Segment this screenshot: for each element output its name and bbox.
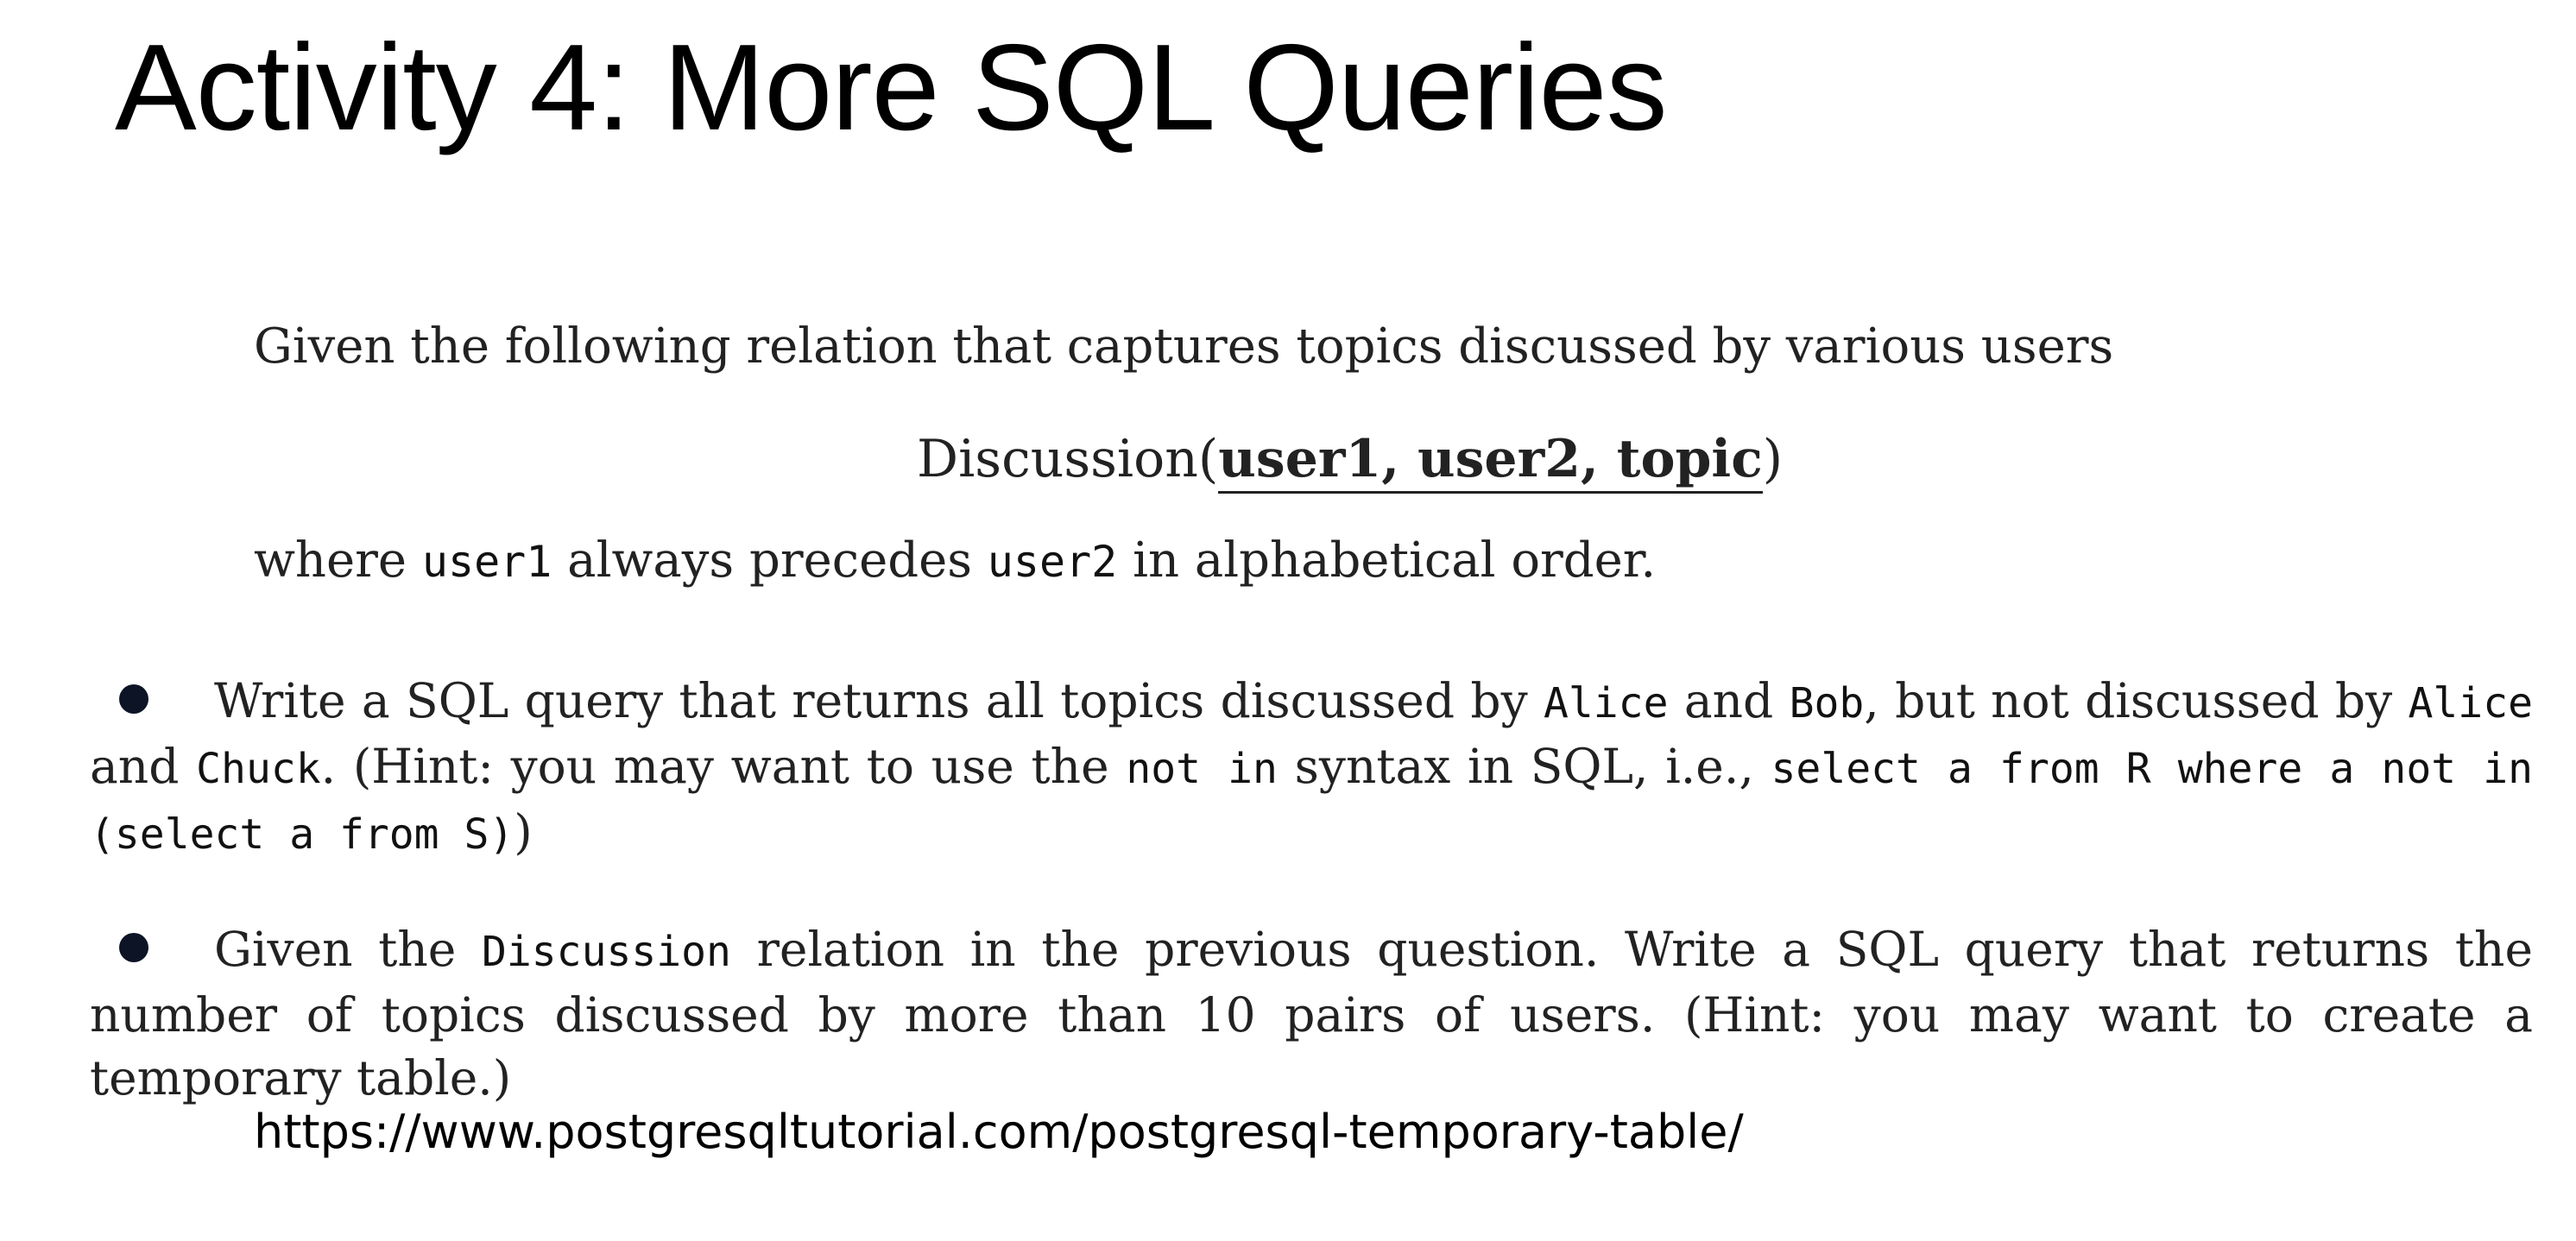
- q2-text-1: Given the: [214, 922, 482, 977]
- question-2: Given the Discussion relation in the pre…: [90, 918, 2533, 1110]
- q1-text-4: and: [90, 739, 197, 794]
- q2-code-discussion: Discussion: [481, 928, 731, 976]
- relation-close-paren: ): [1762, 429, 1784, 489]
- relation-open-paren: (: [1197, 429, 1219, 489]
- relation-key-attributes: user1, user2, topic: [1218, 429, 1763, 494]
- bullet-dot-icon: [119, 684, 148, 714]
- q1-text-1: Write a SQL query that returns all topic…: [214, 673, 1544, 728]
- q1-code-alice: Alice: [1543, 679, 1669, 728]
- q1-text-6: syntax in SQL, i.e.,: [1277, 739, 1771, 794]
- where-code-user2: user2: [987, 537, 1118, 587]
- q1-text-7: ): [514, 804, 533, 860]
- relation-name: Discussion: [917, 429, 1198, 489]
- bullet-dot-icon: [119, 933, 148, 962]
- where-prefix: where: [254, 532, 422, 589]
- where-suffix: in alphabetical order.: [1117, 532, 1657, 589]
- q1-code-chuck: Chuck: [196, 745, 321, 793]
- where-code-user1: user1: [421, 537, 552, 587]
- q1-code-alice-2: Alice: [2408, 679, 2534, 728]
- q1-code-bob: Bob: [1789, 679, 1865, 728]
- where-middle: always precedes: [552, 532, 988, 589]
- q1-text-5: . (Hint: you may want to use the: [320, 739, 1127, 794]
- relation-schema: Discussion(user1, user2, topic): [917, 428, 1784, 494]
- reference-link[interactable]: https://www.postgresqltutorial.com/postg…: [254, 1105, 1744, 1161]
- question-1: Write a SQL query that returns all topic…: [90, 670, 2533, 866]
- q1-code-not-in: not in: [1126, 745, 1278, 793]
- slide-title: Activity 4: More SQL Queries: [115, 19, 1668, 156]
- intro-text: Given the following relation that captur…: [254, 318, 2114, 375]
- q1-text-3: , but not discussed by: [1864, 673, 2409, 728]
- where-clause: where user1 always precedes user2 in alp…: [254, 532, 1656, 589]
- q1-text-2: and: [1668, 673, 1790, 728]
